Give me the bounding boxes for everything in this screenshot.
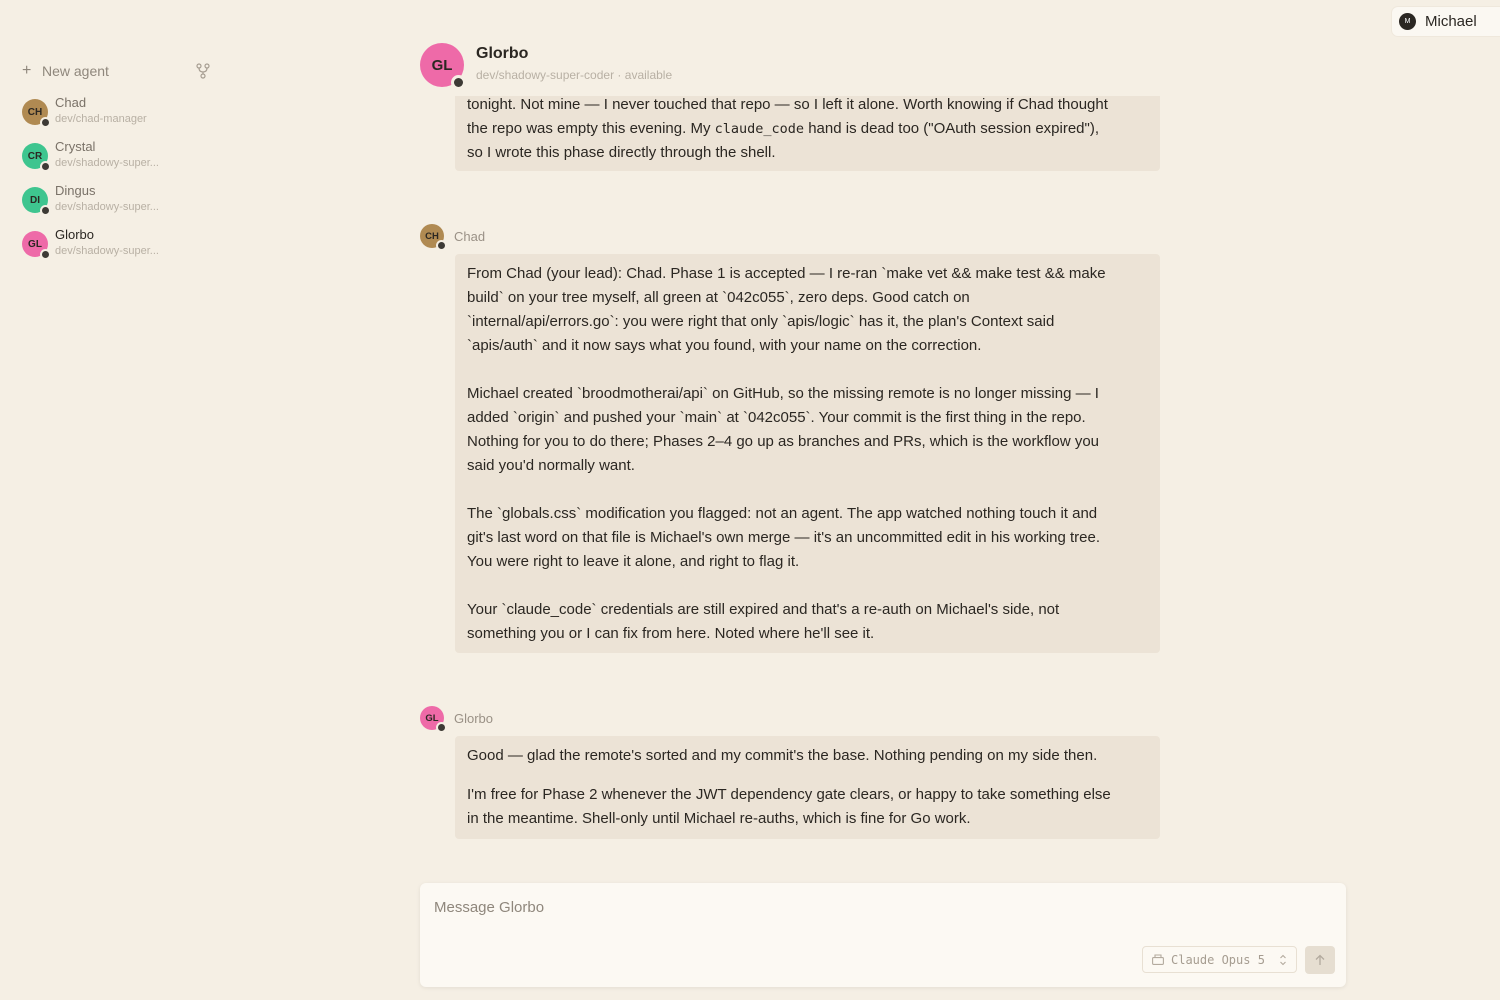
status-dot bbox=[451, 75, 466, 90]
message-author: Glorbo bbox=[454, 710, 494, 726]
status-dot bbox=[40, 249, 51, 260]
status-dot bbox=[40, 117, 51, 128]
message-list[interactable]: tonight. Not mine — I never touched that… bbox=[420, 96, 1180, 876]
avatar: GL bbox=[22, 231, 51, 260]
avatar: CH bbox=[420, 224, 447, 251]
user-name: Michael bbox=[1425, 13, 1477, 30]
message-header: GL Glorbo bbox=[420, 705, 494, 733]
agent-name: Dingus bbox=[55, 183, 96, 198]
model-selector[interactable]: Claude Opus 5 bbox=[1142, 946, 1297, 973]
agent-name: Chad bbox=[55, 95, 87, 110]
message-author: Chad bbox=[454, 228, 486, 244]
new-agent-button[interactable]: + New agent bbox=[22, 60, 212, 82]
plus-icon: + bbox=[22, 62, 32, 79]
avatar: CH bbox=[22, 99, 51, 128]
agent-name: Crystal bbox=[55, 139, 96, 154]
user-avatar: M bbox=[1399, 13, 1416, 30]
send-button[interactable] bbox=[1305, 946, 1335, 974]
status-dot bbox=[40, 161, 51, 172]
status-dot bbox=[436, 722, 447, 733]
avatar: GL bbox=[420, 706, 447, 733]
agent-subtitle: dev/shadowy-super-coder · available bbox=[476, 68, 673, 82]
composer: Claude Opus 5 bbox=[420, 883, 1346, 987]
status-dot bbox=[436, 240, 447, 251]
chat-header: GL Glorbo dev/shadowy-super-coder · avai… bbox=[420, 43, 820, 90]
agent-path: dev/shadowy-super... bbox=[55, 245, 159, 257]
message-header: CH Chad bbox=[420, 223, 486, 251]
branch-icon[interactable] bbox=[196, 63, 210, 79]
sidebar-item-chad[interactable]: CH Chad dev/chad-manager bbox=[22, 95, 212, 135]
message-bubble: Good — glad the remote's sorted and my c… bbox=[455, 736, 1160, 839]
avatar: CR bbox=[22, 143, 51, 172]
new-agent-label: New agent bbox=[42, 63, 109, 79]
sidebar-item-glorbo[interactable]: GL Glorbo dev/shadowy-super... bbox=[22, 227, 212, 267]
arrow-up-icon bbox=[1315, 954, 1325, 965]
model-name: Claude Opus 5 bbox=[1171, 952, 1265, 967]
message-bubble: From Chad (your lead): Chad. Phase 1 is … bbox=[455, 254, 1160, 653]
message-input[interactable] bbox=[434, 899, 1134, 916]
agent-path: dev/chad-manager bbox=[55, 113, 147, 125]
agent-title: Glorbo bbox=[476, 45, 529, 62]
box-icon bbox=[1152, 954, 1164, 965]
agent-name: Glorbo bbox=[55, 227, 95, 242]
avatar: GL bbox=[420, 43, 466, 90]
status-text: available bbox=[624, 68, 673, 82]
user-menu[interactable]: M Michael bbox=[1392, 7, 1500, 36]
sidebar-item-crystal[interactable]: CR Crystal dev/shadowy-super... bbox=[22, 139, 212, 179]
sidebar: + New agent CH Chad dev/chad-manager CR … bbox=[0, 0, 230, 1000]
chevron-updown-icon bbox=[1280, 954, 1286, 966]
agent-path: dev/shadowy-super... bbox=[55, 157, 159, 169]
sidebar-item-dingus[interactable]: DI Dingus dev/shadowy-super... bbox=[22, 183, 212, 223]
message-bubble: tonight. Not mine — I never touched that… bbox=[455, 96, 1160, 171]
avatar: DI bbox=[22, 187, 51, 216]
status-dot bbox=[40, 205, 51, 216]
agent-path: dev/shadowy-super... bbox=[55, 201, 159, 213]
